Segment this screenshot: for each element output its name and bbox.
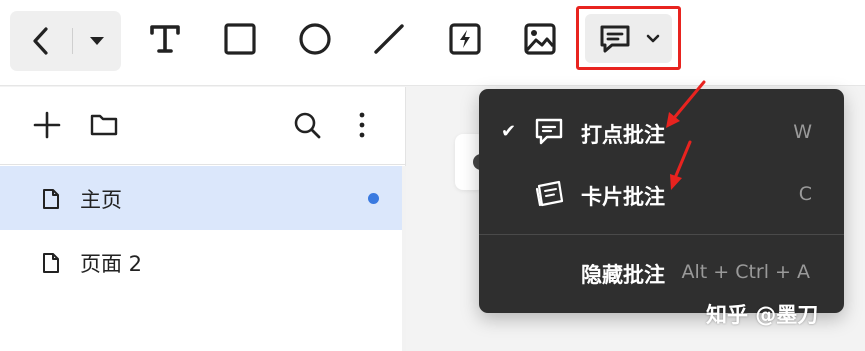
- rectangle-tool-icon: [224, 23, 256, 55]
- app-window: 主页 页面 2 ✔ 打点批注 W 卡片批注 C 隐藏批注 Alt + Ctrl …: [0, 0, 865, 351]
- page-item-page-2[interactable]: 页面 2: [0, 230, 402, 294]
- chevron-left-icon: [33, 27, 48, 55]
- search-pages-button[interactable]: [289, 107, 325, 143]
- ellipse-tool-icon: [299, 23, 331, 55]
- menu-item-hide-comments[interactable]: 隐藏批注 Alt + Ctrl + A: [479, 241, 844, 305]
- page-icon: [43, 253, 59, 273]
- watermark: 知乎 @墨刀: [706, 303, 819, 327]
- text-tool-button[interactable]: [142, 16, 188, 62]
- line-tool-icon: [374, 24, 404, 54]
- search-icon: [294, 112, 321, 139]
- more-vertical-icon: [359, 112, 365, 138]
- comment-tool-button[interactable]: [585, 14, 672, 63]
- history-dropdown-button[interactable]: [73, 11, 121, 71]
- menu-divider: [479, 234, 844, 235]
- toolbar: [0, 0, 865, 86]
- menu-item-shortcut: Alt + Ctrl + A: [681, 261, 810, 283]
- back-button[interactable]: [10, 11, 72, 71]
- menu-item-shortcut: C: [798, 183, 812, 205]
- image-tool-button[interactable]: [517, 16, 563, 62]
- caret-down-icon: [90, 37, 104, 45]
- add-page-button[interactable]: [29, 107, 65, 143]
- menu-item-point-comment[interactable]: ✔ 打点批注 W: [479, 101, 844, 165]
- page-item-label: 主页: [80, 188, 122, 212]
- chevron-down-icon: [646, 34, 659, 42]
- page-item-label: 页面 2: [80, 252, 143, 276]
- line-tool-button[interactable]: [366, 16, 412, 62]
- plus-icon: [33, 111, 61, 139]
- folder-icon: [90, 114, 118, 136]
- component-tool-icon: [449, 23, 481, 55]
- menu-item-label: 打点批注: [581, 123, 665, 147]
- comment-mode-menu: ✔ 打点批注 W 卡片批注 C 隐藏批注 Alt + Ctrl + A: [479, 89, 844, 313]
- menu-item-label: 隐藏批注: [581, 263, 665, 287]
- menu-item-label: 卡片批注: [581, 185, 665, 209]
- checkmark-icon: ✔: [501, 121, 517, 142]
- comment-tool-highlight: [576, 6, 681, 70]
- comment-icon: [600, 25, 629, 52]
- text-tool-icon: [150, 25, 180, 53]
- point-comment-icon: [535, 118, 563, 145]
- pages-panel: 主页 页面 2: [0, 87, 406, 351]
- panel-scrollbar[interactable]: [402, 166, 406, 351]
- add-folder-button[interactable]: [86, 107, 122, 143]
- menu-item-shortcut: W: [793, 121, 812, 143]
- component-tool-button[interactable]: [442, 16, 488, 62]
- card-comment-icon: [535, 180, 564, 207]
- image-tool-icon: [524, 23, 556, 55]
- ellipse-tool-button[interactable]: [292, 16, 338, 62]
- current-page-indicator: [368, 193, 379, 204]
- pages-panel-header: [0, 87, 406, 165]
- more-options-button[interactable]: [344, 107, 380, 143]
- rectangle-tool-button[interactable]: [217, 16, 263, 62]
- menu-item-card-comment[interactable]: 卡片批注 C: [479, 163, 844, 227]
- page-item-home[interactable]: 主页: [0, 166, 402, 230]
- navigation-group: [10, 11, 121, 71]
- page-icon: [43, 189, 59, 209]
